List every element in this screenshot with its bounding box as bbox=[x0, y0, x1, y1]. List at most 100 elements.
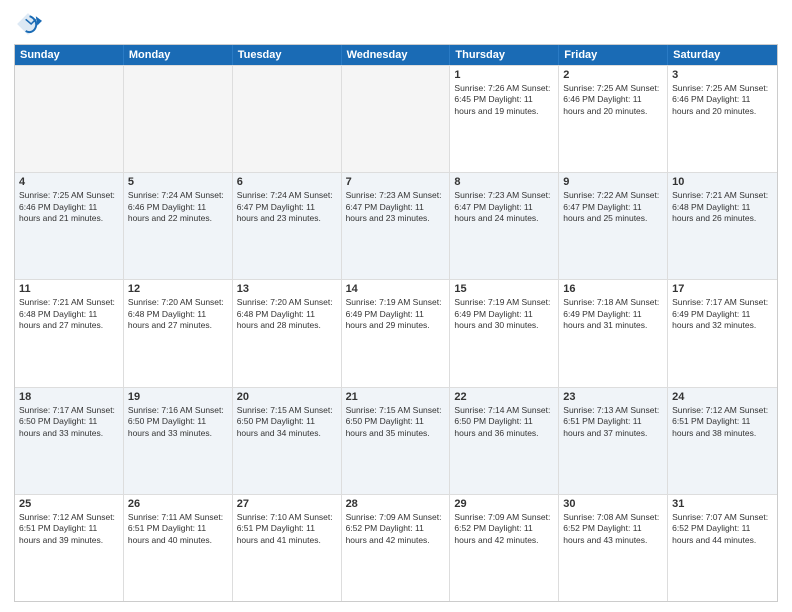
day-details: Sunrise: 7:07 AM Sunset: 6:52 PM Dayligh… bbox=[672, 512, 773, 546]
day-details: Sunrise: 7:16 AM Sunset: 6:50 PM Dayligh… bbox=[128, 405, 228, 439]
calendar-header: SundayMondayTuesdayWednesdayThursdayFrid… bbox=[15, 45, 777, 65]
day-details: Sunrise: 7:25 AM Sunset: 6:46 PM Dayligh… bbox=[563, 83, 663, 117]
calendar-week-1: 1 Sunrise: 7:26 AM Sunset: 6:45 PM Daylig… bbox=[15, 65, 777, 172]
day-number: 26 bbox=[128, 498, 228, 510]
day-number: 7 bbox=[346, 176, 446, 188]
logo-icon bbox=[14, 10, 42, 38]
day-number: 23 bbox=[563, 391, 663, 403]
day-details: Sunrise: 7:25 AM Sunset: 6:46 PM Dayligh… bbox=[672, 83, 773, 117]
day-27: 27 Sunrise: 7:10 AM Sunset: 6:51 PM Dayli… bbox=[233, 495, 342, 601]
header bbox=[14, 10, 778, 38]
day-details: Sunrise: 7:21 AM Sunset: 6:48 PM Dayligh… bbox=[19, 297, 119, 331]
day-details: Sunrise: 7:13 AM Sunset: 6:51 PM Dayligh… bbox=[563, 405, 663, 439]
day-details: Sunrise: 7:23 AM Sunset: 6:47 PM Dayligh… bbox=[454, 190, 554, 224]
day-details: Sunrise: 7:15 AM Sunset: 6:50 PM Dayligh… bbox=[237, 405, 337, 439]
day-details: Sunrise: 7:18 AM Sunset: 6:49 PM Dayligh… bbox=[563, 297, 663, 331]
empty-cell bbox=[233, 66, 342, 172]
day-details: Sunrise: 7:25 AM Sunset: 6:46 PM Dayligh… bbox=[19, 190, 119, 224]
day-19: 19 Sunrise: 7:16 AM Sunset: 6:50 PM Dayli… bbox=[124, 388, 233, 494]
day-number: 27 bbox=[237, 498, 337, 510]
day-10: 10 Sunrise: 7:21 AM Sunset: 6:48 PM Dayli… bbox=[668, 173, 777, 279]
day-details: Sunrise: 7:17 AM Sunset: 6:49 PM Dayligh… bbox=[672, 297, 773, 331]
day-number: 29 bbox=[454, 498, 554, 510]
day-details: Sunrise: 7:17 AM Sunset: 6:50 PM Dayligh… bbox=[19, 405, 119, 439]
day-details: Sunrise: 7:09 AM Sunset: 6:52 PM Dayligh… bbox=[454, 512, 554, 546]
day-details: Sunrise: 7:24 AM Sunset: 6:47 PM Dayligh… bbox=[237, 190, 337, 224]
empty-cell bbox=[15, 66, 124, 172]
day-details: Sunrise: 7:15 AM Sunset: 6:50 PM Dayligh… bbox=[346, 405, 446, 439]
calendar-body: 1 Sunrise: 7:26 AM Sunset: 6:45 PM Daylig… bbox=[15, 65, 777, 601]
day-16: 16Sunrise: 7:18 AM Sunset: 6:49 PM Dayli… bbox=[559, 280, 668, 386]
day-number: 10 bbox=[672, 176, 773, 188]
day-number: 4 bbox=[19, 176, 119, 188]
day-number: 31 bbox=[672, 498, 773, 510]
day-details: Sunrise: 7:12 AM Sunset: 6:51 PM Dayligh… bbox=[672, 405, 773, 439]
day-details: Sunrise: 7:19 AM Sunset: 6:49 PM Dayligh… bbox=[454, 297, 554, 331]
day-details: Sunrise: 7:24 AM Sunset: 6:46 PM Dayligh… bbox=[128, 190, 228, 224]
day-26: 26Sunrise: 7:11 AM Sunset: 6:51 PM Dayli… bbox=[124, 495, 233, 601]
day-15: 15 Sunrise: 7:19 AM Sunset: 6:49 PM Dayli… bbox=[450, 280, 559, 386]
empty-cell bbox=[342, 66, 451, 172]
day-1: 1 Sunrise: 7:26 AM Sunset: 6:45 PM Daylig… bbox=[450, 66, 559, 172]
day-28: 28 Sunrise: 7:09 AM Sunset: 6:52 PM Dayli… bbox=[342, 495, 451, 601]
day-number: 18 bbox=[19, 391, 119, 403]
day-number: 24 bbox=[672, 391, 773, 403]
day-number: 9 bbox=[563, 176, 663, 188]
day-13: 13 Sunrise: 7:20 AM Sunset: 6:48 PM Dayli… bbox=[233, 280, 342, 386]
day-number: 25 bbox=[19, 498, 119, 510]
day-number: 15 bbox=[454, 283, 554, 295]
day-details: Sunrise: 7:12 AM Sunset: 6:51 PM Dayligh… bbox=[19, 512, 119, 546]
day-details: Sunrise: 7:09 AM Sunset: 6:52 PM Dayligh… bbox=[346, 512, 446, 546]
page: SundayMondayTuesdayWednesdayThursdayFrid… bbox=[0, 0, 792, 612]
logo bbox=[14, 10, 46, 38]
day-4: 4 Sunrise: 7:25 AM Sunset: 6:46 PM Daylig… bbox=[15, 173, 124, 279]
day-5: 5Sunrise: 7:24 AM Sunset: 6:46 PM Daylig… bbox=[124, 173, 233, 279]
day-details: Sunrise: 7:26 AM Sunset: 6:45 PM Dayligh… bbox=[454, 83, 554, 117]
day-number: 22 bbox=[454, 391, 554, 403]
day-6: 6Sunrise: 7:24 AM Sunset: 6:47 PM Daylig… bbox=[233, 173, 342, 279]
day-number: 1 bbox=[454, 69, 554, 81]
day-details: Sunrise: 7:20 AM Sunset: 6:48 PM Dayligh… bbox=[237, 297, 337, 331]
header-day-thursday: Thursday bbox=[450, 45, 559, 65]
day-29: 29 Sunrise: 7:09 AM Sunset: 6:52 PM Dayli… bbox=[450, 495, 559, 601]
day-30: 30Sunrise: 7:08 AM Sunset: 6:52 PM Dayli… bbox=[559, 495, 668, 601]
header-day-wednesday: Wednesday bbox=[342, 45, 451, 65]
day-3: 3 Sunrise: 7:25 AM Sunset: 6:46 PM Daylig… bbox=[668, 66, 777, 172]
day-number: 2 bbox=[563, 69, 663, 81]
day-details: Sunrise: 7:22 AM Sunset: 6:47 PM Dayligh… bbox=[563, 190, 663, 224]
day-number: 3 bbox=[672, 69, 773, 81]
day-8: 8 Sunrise: 7:23 AM Sunset: 6:47 PM Daylig… bbox=[450, 173, 559, 279]
day-17: 17Sunrise: 7:17 AM Sunset: 6:49 PM Dayli… bbox=[668, 280, 777, 386]
day-number: 28 bbox=[346, 498, 446, 510]
day-details: Sunrise: 7:21 AM Sunset: 6:48 PM Dayligh… bbox=[672, 190, 773, 224]
empty-cell bbox=[124, 66, 233, 172]
calendar: SundayMondayTuesdayWednesdayThursdayFrid… bbox=[14, 44, 778, 602]
day-details: Sunrise: 7:23 AM Sunset: 6:47 PM Dayligh… bbox=[346, 190, 446, 224]
day-number: 12 bbox=[128, 283, 228, 295]
day-number: 8 bbox=[454, 176, 554, 188]
day-details: Sunrise: 7:10 AM Sunset: 6:51 PM Dayligh… bbox=[237, 512, 337, 546]
day-details: Sunrise: 7:19 AM Sunset: 6:49 PM Dayligh… bbox=[346, 297, 446, 331]
day-11: 11 Sunrise: 7:21 AM Sunset: 6:48 PM Dayli… bbox=[15, 280, 124, 386]
day-12: 12Sunrise: 7:20 AM Sunset: 6:48 PM Dayli… bbox=[124, 280, 233, 386]
header-day-tuesday: Tuesday bbox=[233, 45, 342, 65]
header-day-sunday: Sunday bbox=[15, 45, 124, 65]
day-25: 25 Sunrise: 7:12 AM Sunset: 6:51 PM Dayli… bbox=[15, 495, 124, 601]
day-23: 23 Sunrise: 7:13 AM Sunset: 6:51 PM Dayli… bbox=[559, 388, 668, 494]
day-7: 7 Sunrise: 7:23 AM Sunset: 6:47 PM Daylig… bbox=[342, 173, 451, 279]
header-day-friday: Friday bbox=[559, 45, 668, 65]
calendar-week-3: 11 Sunrise: 7:21 AM Sunset: 6:48 PM Dayli… bbox=[15, 279, 777, 386]
day-number: 30 bbox=[563, 498, 663, 510]
day-2: 2 Sunrise: 7:25 AM Sunset: 6:46 PM Daylig… bbox=[559, 66, 668, 172]
day-number: 11 bbox=[19, 283, 119, 295]
day-18: 18 Sunrise: 7:17 AM Sunset: 6:50 PM Dayli… bbox=[15, 388, 124, 494]
day-details: Sunrise: 7:14 AM Sunset: 6:50 PM Dayligh… bbox=[454, 405, 554, 439]
header-day-saturday: Saturday bbox=[668, 45, 777, 65]
calendar-week-5: 25 Sunrise: 7:12 AM Sunset: 6:51 PM Dayli… bbox=[15, 494, 777, 601]
day-number: 13 bbox=[237, 283, 337, 295]
day-number: 19 bbox=[128, 391, 228, 403]
day-24: 24 Sunrise: 7:12 AM Sunset: 6:51 PM Dayli… bbox=[668, 388, 777, 494]
day-22: 22 Sunrise: 7:14 AM Sunset: 6:50 PM Dayli… bbox=[450, 388, 559, 494]
day-number: 14 bbox=[346, 283, 446, 295]
day-21: 21Sunrise: 7:15 AM Sunset: 6:50 PM Dayli… bbox=[342, 388, 451, 494]
